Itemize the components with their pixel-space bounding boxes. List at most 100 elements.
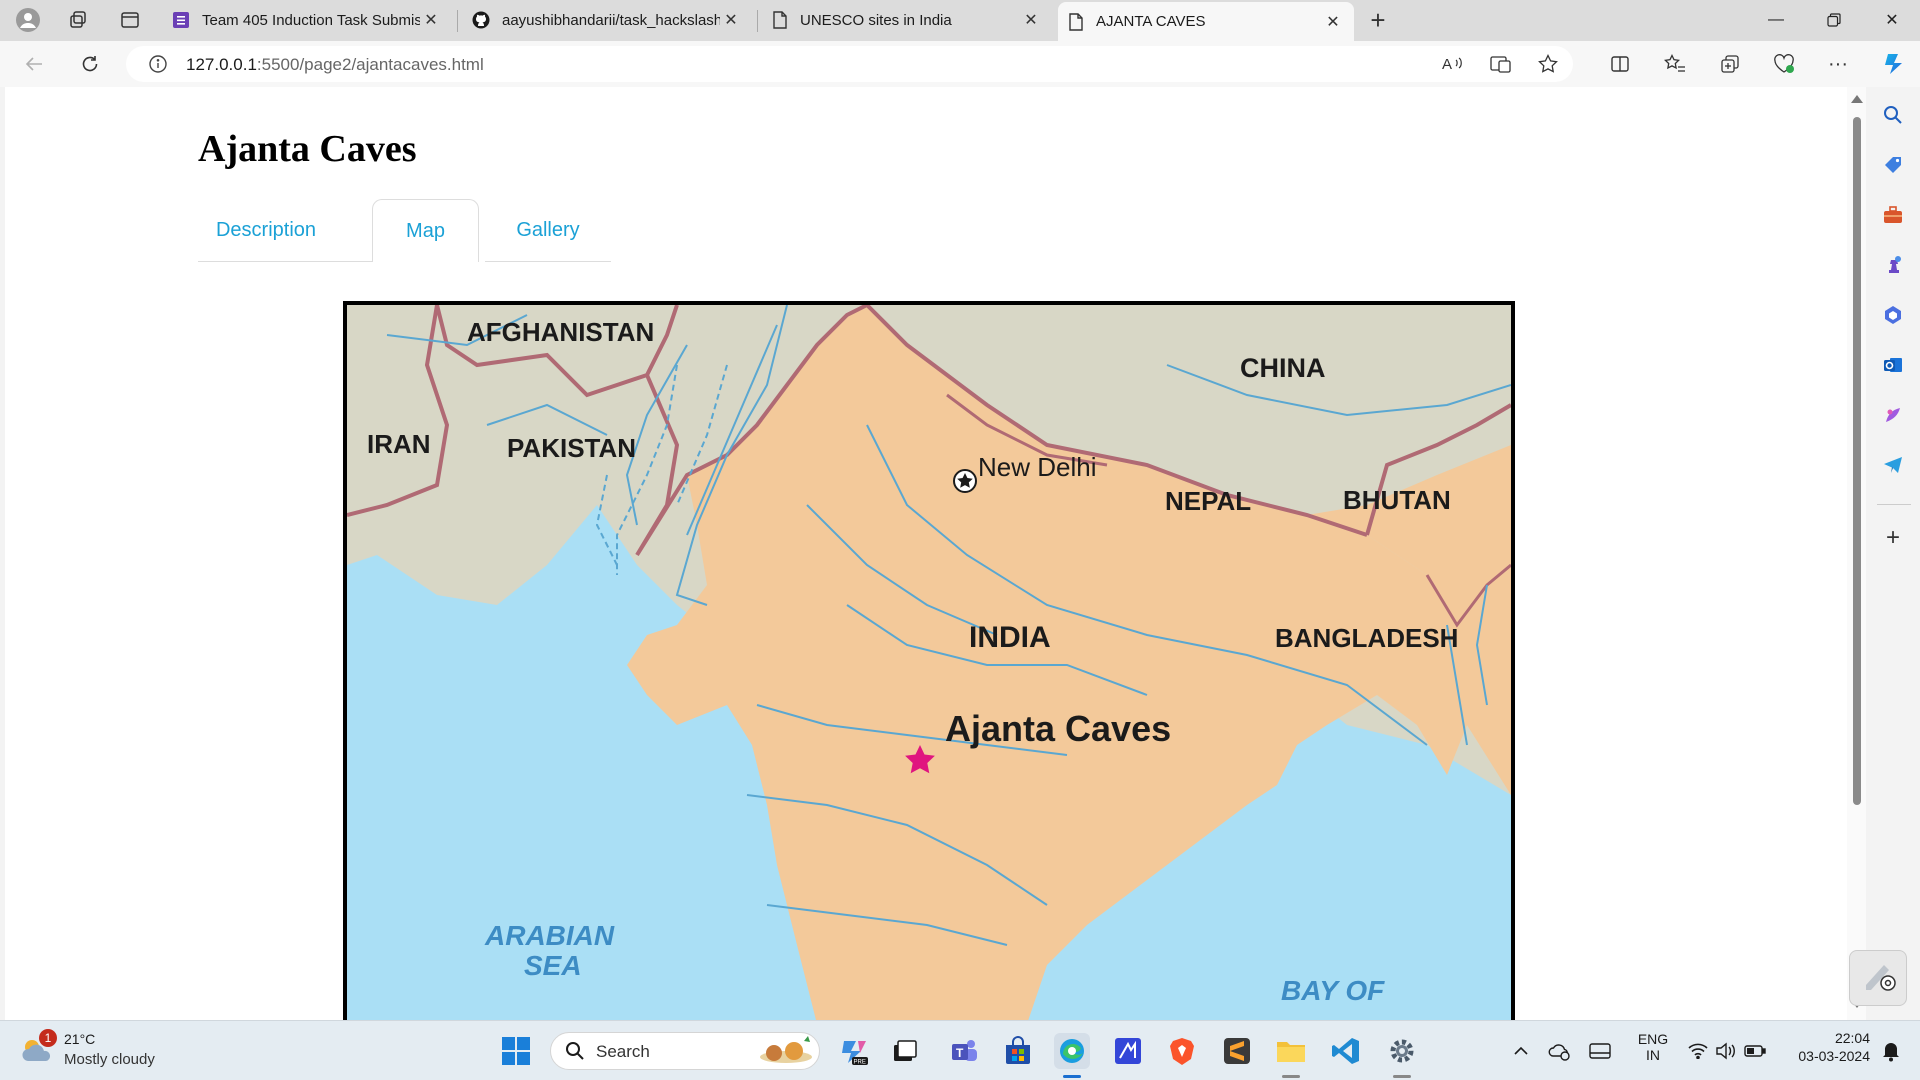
microsoft-365-icon[interactable]: [1879, 301, 1907, 329]
windows-taskbar: 1 21°C Mostly cloudy Search PRE T ENG IN…: [0, 1020, 1920, 1080]
url-text: 127.0.0.1:5500/page2/ajantacaves.html: [186, 55, 484, 74]
send-telegram-icon[interactable]: [1879, 451, 1907, 479]
file-explorer-icon[interactable]: [1273, 1033, 1309, 1069]
label-bay-of: BAY OF: [1281, 975, 1385, 1006]
show-hidden-icons-chevron-icon[interactable]: [1506, 1033, 1536, 1069]
taskbar-search[interactable]: Search: [550, 1032, 820, 1070]
close-window-icon[interactable]: ✕: [1864, 0, 1920, 40]
tab-unesco[interactable]: UNESCO sites in India ✕: [762, 2, 1052, 38]
onedrive-sync-icon[interactable]: [1545, 1033, 1575, 1069]
github-icon: [472, 11, 490, 29]
tab-github[interactable]: aayushibhandarii/task_hackslash ✕: [462, 2, 752, 38]
language-indicator[interactable]: ENG IN: [1636, 1031, 1670, 1063]
page-icon: [1068, 12, 1084, 31]
svg-text:PRE: PRE: [854, 1060, 866, 1066]
tab-label: AJANTA CAVES: [1096, 13, 1206, 30]
codeium-app-icon[interactable]: [1110, 1033, 1146, 1069]
weather-temp: 21°C: [64, 1031, 96, 1047]
profile-icon[interactable]: [6, 5, 50, 35]
new-tab-button[interactable]: +: [1356, 5, 1400, 35]
weather-badge: 1: [39, 1029, 57, 1047]
battery-icon[interactable]: [1740, 1033, 1770, 1069]
games-chess-icon[interactable]: [1879, 251, 1907, 279]
label-nepal: NEPAL: [1165, 486, 1251, 516]
teams-icon[interactable]: T: [946, 1033, 982, 1069]
svg-text:T: T: [956, 1046, 964, 1060]
weather-condition: Mostly cloudy: [64, 1051, 155, 1068]
forms-icon: [172, 11, 190, 29]
volume-icon[interactable]: [1711, 1033, 1741, 1069]
site-info-icon[interactable]: [148, 54, 168, 74]
favorite-star-icon[interactable]: [1538, 54, 1558, 74]
edge-icon[interactable]: [1054, 1033, 1090, 1069]
quick-note-button[interactable]: [1849, 950, 1907, 1006]
task-view-icon[interactable]: [887, 1033, 923, 1069]
label-sea: SEA: [524, 950, 582, 981]
vscode-icon[interactable]: [1328, 1033, 1364, 1069]
vertical-tabs-icon[interactable]: [108, 5, 152, 35]
search-icon: [565, 1041, 585, 1061]
label-india: INDIA: [969, 621, 1051, 654]
workspaces-icon[interactable]: [56, 5, 100, 35]
scrollbar-thumb[interactable]: [1853, 117, 1861, 805]
notifications-bell-icon[interactable]: [1876, 1033, 1906, 1069]
new-delhi-marker-icon: [953, 469, 977, 493]
address-bar[interactable]: 127.0.0.1:5500/page2/ajantacaves.html A: [126, 46, 1573, 82]
wifi-icon[interactable]: [1683, 1033, 1713, 1069]
copilot-icon[interactable]: [1875, 48, 1911, 80]
map-image: AFGHANISTAN CHINA IRAN PAKISTAN New Delh…: [347, 305, 1511, 1020]
app-available-icon[interactable]: [1490, 54, 1512, 74]
label-afghanistan: AFGHANISTAN: [467, 317, 654, 347]
clock[interactable]: 22:04 03-03-2024: [1780, 1030, 1870, 1064]
edge-sidebar: +: [1866, 87, 1920, 1020]
read-aloud-icon[interactable]: A: [1442, 54, 1464, 74]
browser-essentials-icon[interactable]: [1766, 48, 1802, 80]
label-arabian: ARABIAN: [484, 920, 615, 951]
pencil-icon: [1860, 959, 1896, 993]
close-icon[interactable]: ✕: [1322, 11, 1344, 33]
label-pakistan: PAKISTAN: [507, 433, 636, 463]
tab-label: Team 405 Induction Task Submis: [202, 11, 420, 29]
label-bangladesh: BANGLADESH: [1275, 623, 1458, 653]
tools-briefcase-icon[interactable]: [1879, 201, 1907, 229]
tab-label: aayushibhandarii/task_hackslash: [502, 11, 720, 29]
close-icon[interactable]: ✕: [420, 9, 442, 31]
search-highlight-icon: [756, 1035, 816, 1067]
tab-ajanta[interactable]: AJANTA CAVES ✕: [1058, 2, 1354, 41]
microsoft-store-icon[interactable]: [1000, 1033, 1036, 1069]
split-screen-icon[interactable]: [1602, 48, 1638, 80]
page-scrollbar[interactable]: [1847, 87, 1866, 1020]
ajanta-location-map: AFGHANISTAN CHINA IRAN PAKISTAN New Delh…: [343, 301, 1515, 1020]
close-icon[interactable]: ✕: [1020, 9, 1042, 31]
label-new-delhi: New Delhi: [978, 452, 1097, 482]
add-sidebar-app-icon[interactable]: +: [1879, 524, 1907, 552]
sublime-text-icon[interactable]: [1219, 1033, 1255, 1069]
tab-gallery[interactable]: Gallery: [485, 199, 611, 262]
more-options-icon[interactable]: ···: [1820, 48, 1856, 80]
outlook-icon[interactable]: [1879, 351, 1907, 379]
svg-text:A: A: [1442, 56, 1452, 73]
windows-start-icon[interactable]: [498, 1033, 534, 1069]
refresh-icon[interactable]: [72, 48, 108, 80]
back-icon[interactable]: [16, 48, 52, 80]
copilot-preview-icon[interactable]: PRE: [836, 1033, 872, 1069]
page-icon: [772, 11, 788, 29]
tab-map[interactable]: Map: [372, 199, 479, 262]
settings-gear-icon[interactable]: [1384, 1033, 1420, 1069]
brave-icon[interactable]: [1164, 1033, 1200, 1069]
designer-icon[interactable]: [1879, 401, 1907, 429]
tab-team-405[interactable]: Team 405 Induction Task Submis ✕: [162, 2, 452, 38]
weather-widget[interactable]: 1 21°C Mostly cloudy: [20, 1029, 180, 1071]
search-icon[interactable]: [1879, 101, 1907, 129]
shopping-tag-icon[interactable]: [1879, 151, 1907, 179]
tab-description[interactable]: Description: [198, 199, 334, 262]
close-icon[interactable]: ✕: [720, 9, 742, 31]
minimize-icon[interactable]: —: [1748, 0, 1804, 40]
scroll-up-icon[interactable]: [1851, 95, 1863, 103]
favorites-icon[interactable]: [1657, 48, 1693, 80]
display-icon[interactable]: [1585, 1033, 1615, 1069]
collections-icon[interactable]: [1712, 48, 1748, 80]
browser-tab-strip: Team 405 Induction Task Submis ✕ aayushi…: [0, 0, 1920, 41]
restore-icon[interactable]: [1806, 0, 1862, 40]
label-bhutan: BHUTAN: [1343, 485, 1451, 515]
